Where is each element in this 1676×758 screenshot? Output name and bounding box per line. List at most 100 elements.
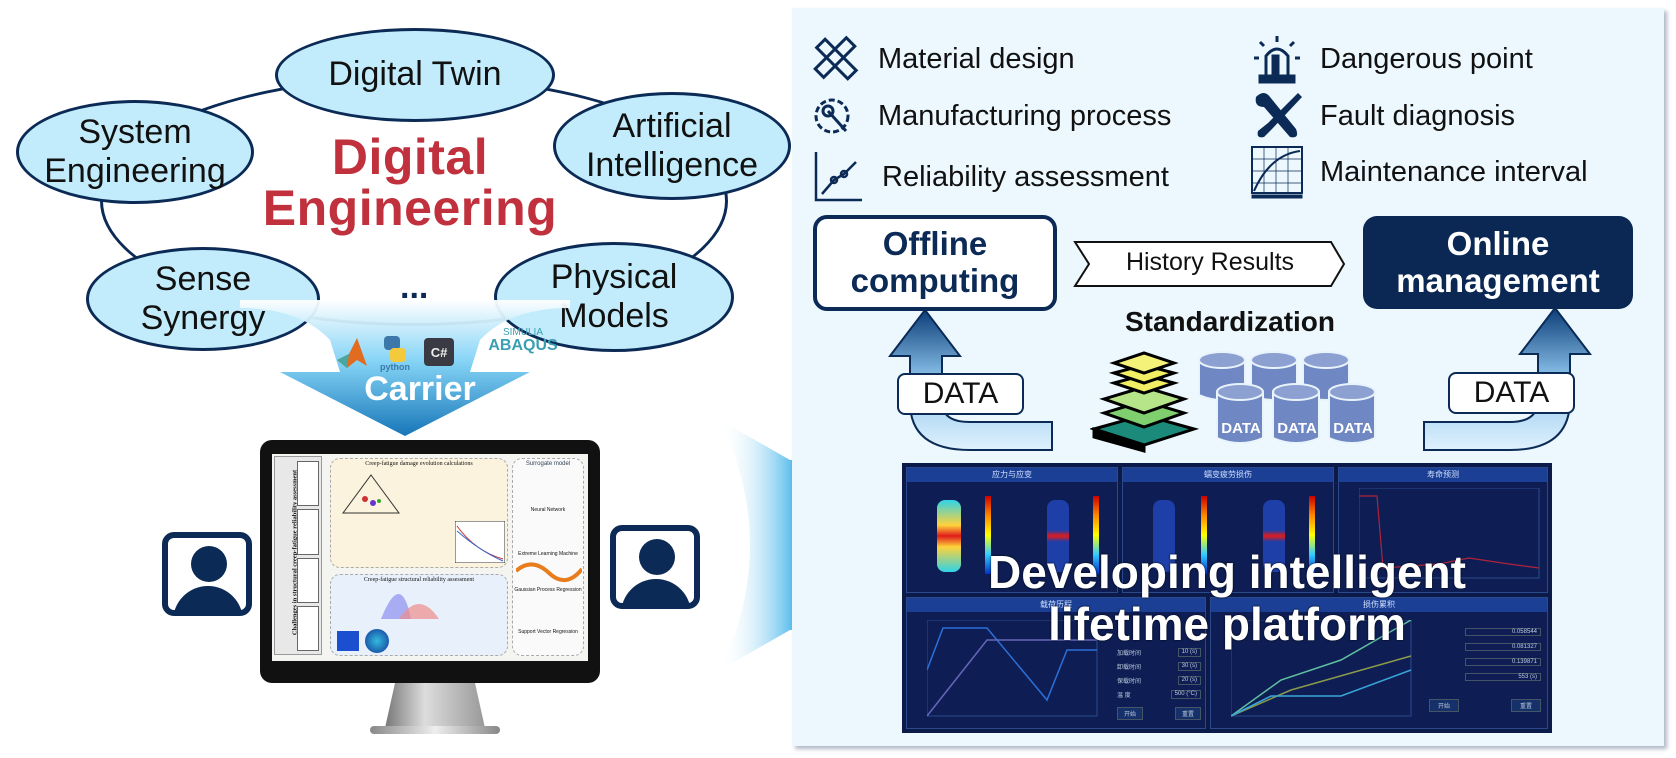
feature-manufacturing-process: Manufacturing process: [808, 89, 1171, 143]
bubble-label: System: [78, 112, 192, 151]
ruler-pencil-icon: [813, 35, 859, 81]
matlab-logo-icon: [337, 338, 367, 368]
data-tag-label: DATA: [922, 377, 999, 410]
surrogate-title: Surrogate model: [525, 461, 571, 467]
distribution-plot: [381, 594, 439, 619]
param-label: 卸载时间: [1117, 665, 1142, 671]
param-label: 温 度: [1117, 693, 1131, 699]
param-value[interactable]: 30 (s): [1177, 662, 1201, 671]
online-management-box: Online management: [1363, 216, 1633, 309]
wrench-screwdriver-icon: [1255, 93, 1302, 138]
csharp-logo-icon: C#: [424, 338, 454, 366]
bubble-label: Artificial: [612, 106, 732, 145]
reset-button[interactable]: 重置: [1510, 699, 1541, 712]
history-results-label: History Results: [1125, 248, 1295, 276]
monitor-stand: [385, 683, 485, 728]
curve-grid-icon: [1251, 146, 1303, 199]
python-logo-icon: python: [380, 336, 410, 372]
feature-label: Reliability assessment: [882, 160, 1169, 193]
section-damage-evolution: Creep-fatigue damage evolution calculati…: [330, 458, 508, 568]
bubble-system-engineering: System Engineering: [16, 100, 254, 204]
data-tag-label: DATA: [1473, 376, 1550, 409]
surrogate-item: Extreme Learning Machine: [518, 551, 578, 557]
feature-label: Maintenance interval: [1320, 155, 1588, 188]
title-line: Digital: [331, 129, 489, 185]
user-avatar-right-icon: [610, 525, 700, 609]
bubble-label: Physical: [550, 257, 678, 296]
title-line: Engineering: [262, 180, 558, 236]
data-tag-left: DATA: [897, 373, 1024, 415]
standardization-label: Standardization: [1124, 306, 1335, 337]
layer-stack-icon: [1090, 351, 1200, 453]
bubble-label: Digital Twin: [328, 55, 502, 94]
db-label: DATA: [1221, 420, 1261, 437]
panel-title: 寿命预测: [1339, 468, 1547, 482]
feature-label: Dangerous point: [1320, 42, 1533, 75]
offline-computing-box: Offline computing: [813, 215, 1057, 311]
panel-title: 应力与应变: [907, 468, 1117, 482]
monitor-base: [370, 726, 500, 734]
abaqus-logo-icon: SIMULIA ABAQUS: [488, 328, 558, 354]
bubble-label: Engineering: [44, 152, 226, 190]
surrogate-models: Surrogate model Neural Network Extreme L…: [512, 458, 584, 656]
challenges-sidebar: Challenges in structural creep-fatigue r…: [274, 456, 322, 655]
feature-maintenance-interval: Maintenance interval: [1250, 145, 1588, 199]
data-tag-right: DATA: [1448, 372, 1575, 414]
title-line: lifetime platform: [1048, 597, 1406, 650]
csharp-label: C#: [430, 344, 448, 360]
gpr-curve: [516, 562, 582, 582]
box-label: computing: [850, 262, 1020, 299]
damage-evolution-plot: [455, 521, 505, 563]
box-label: Offline: [882, 225, 988, 263]
box-label: management: [1396, 261, 1600, 299]
feature-label: Manufacturing process: [878, 99, 1172, 132]
feature-fault-diagnosis: Fault diagnosis: [1250, 89, 1515, 143]
challenges-list: [297, 461, 319, 651]
ternary-plot: [342, 474, 400, 514]
damage-value: 553 (s): [1465, 673, 1541, 681]
reliability-chart-icon: [814, 152, 862, 202]
bubble-label: Sense: [154, 259, 252, 298]
param-value[interactable]: 500 (°C): [1170, 690, 1201, 699]
db-label: DATA: [1277, 420, 1317, 437]
load-params: 加载时间 10 (s) 卸载时间 30 (s) 保载时间 20 (s) 温 度 500 …: [1117, 648, 1201, 720]
surrogate-item: Support Vector Regression: [518, 629, 578, 635]
reset-button[interactable]: 重置: [1174, 707, 1201, 720]
surrogate-item: Gaussian Process Regression: [514, 587, 582, 593]
box-label: Online: [1446, 224, 1550, 262]
feature-reliability-assessment: Reliability assessment: [812, 150, 1169, 204]
gear-wrench-icon: [814, 98, 850, 134]
abaqus-label: ABAQUS: [488, 337, 558, 354]
feature-dangerous-point: Dangerous point: [1250, 32, 1533, 86]
challenge-item: [297, 605, 319, 651]
feature-label: Material design: [878, 42, 1075, 75]
db-label: DATA: [1333, 420, 1373, 437]
surrogate-item: Neural Network: [530, 507, 566, 513]
digital-engineering-title: Digital Engineering: [230, 132, 590, 234]
fem-disk: [365, 629, 389, 653]
dashboard-title: Developing intelligent lifetime platform: [902, 546, 1552, 650]
title-line: Developing intelligent: [988, 546, 1466, 598]
section-title: Creep-fatigue damage evolution calculati…: [365, 461, 473, 467]
param-value[interactable]: 20 (s): [1177, 676, 1201, 685]
challenge-item: [297, 557, 319, 603]
feature-label: Fault diagnosis: [1320, 99, 1516, 132]
section-title: Creep-fatigue structural reliability ass…: [363, 577, 475, 583]
panel-title: 蠕变疲劳损伤: [1123, 468, 1333, 482]
section-reliability: Creep-fatigue structural reliability ass…: [330, 574, 508, 656]
challenge-item: [297, 461, 319, 507]
param-label: 保载时间: [1117, 679, 1142, 685]
fem-model: [337, 631, 359, 651]
challenge-item: [297, 509, 319, 555]
start-button[interactable]: 开始: [1429, 699, 1460, 712]
bubble-label: Models: [559, 297, 669, 335]
damage-value: 0.139871: [1465, 658, 1541, 666]
user-avatar-left-icon: [162, 532, 252, 616]
alarm-siren-icon: [1254, 36, 1300, 84]
monitor: Challenges in structural creep-fatigue r…: [260, 440, 600, 683]
carrier-label: Carrier: [364, 370, 476, 408]
start-button[interactable]: 开始: [1117, 707, 1144, 720]
monitor-screen: Challenges in structural creep-fatigue r…: [272, 454, 588, 661]
bubble-label: Intelligence: [585, 146, 758, 184]
feature-material-design: Material design: [808, 32, 1075, 86]
